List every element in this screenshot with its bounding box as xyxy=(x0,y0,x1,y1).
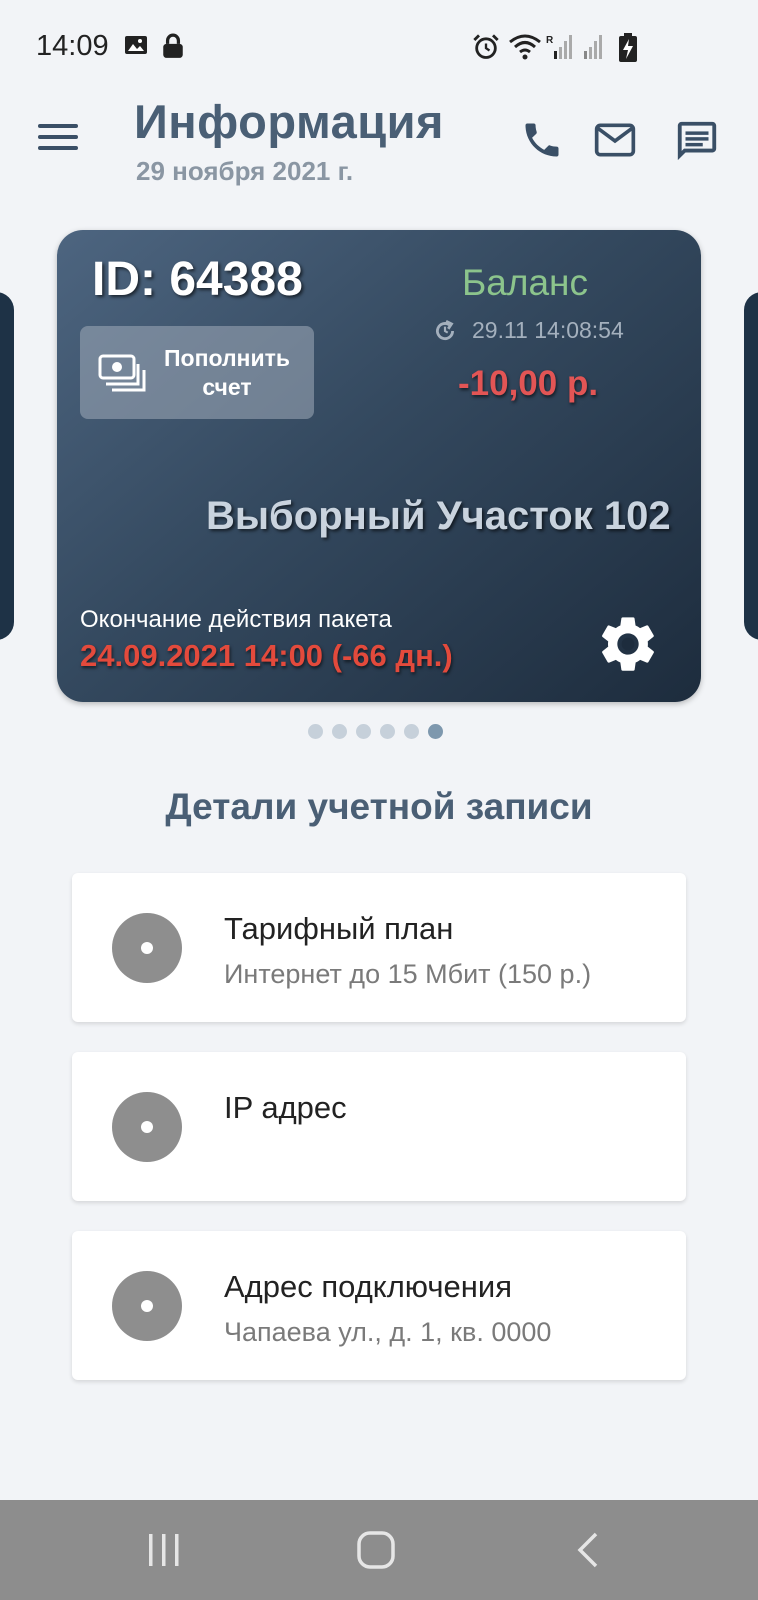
pager-dots xyxy=(308,724,443,739)
topup-button[interactable]: Пополнить счет xyxy=(80,326,314,419)
disc-icon xyxy=(112,1092,182,1162)
package-expire-value: 24.09.2021 14:00 (-66 дн.) xyxy=(80,638,453,673)
section-title: Детали учетной записи xyxy=(165,786,593,827)
menu-icon xyxy=(38,124,78,150)
pager-dot[interactable] xyxy=(356,724,371,739)
pager-dot-active[interactable] xyxy=(428,724,443,739)
tariff-plan-item[interactable]: Тарифный план Интернет до 15 Мбит (150 р… xyxy=(72,873,686,1022)
disc-icon xyxy=(112,913,182,983)
pager-dot[interactable] xyxy=(404,724,419,739)
connection-address-item[interactable]: Адрес подключения Чапаева ул., д. 1, кв.… xyxy=(72,1231,686,1380)
money-icon xyxy=(98,354,146,392)
list-item-subtitle: Чапаева ул., д. 1, кв. 0000 xyxy=(224,1317,552,1347)
list-item-title: Адрес подключения xyxy=(224,1269,512,1304)
disc-icon xyxy=(112,1271,182,1341)
gear-icon[interactable] xyxy=(596,612,660,676)
mail-icon[interactable] xyxy=(592,118,638,162)
alarm-icon xyxy=(473,34,499,59)
balance-value: -10,00 р. xyxy=(458,364,599,403)
system-nav-bar xyxy=(0,1500,758,1600)
lock-icon xyxy=(163,33,183,58)
previous-card[interactable] xyxy=(0,292,14,640)
status-time: 14:09 xyxy=(36,30,109,62)
pager-dot[interactable] xyxy=(308,724,323,739)
package-expire-label: Окончание действия пакета xyxy=(80,606,392,633)
signal-icon: R xyxy=(546,35,572,59)
phone-icon[interactable] xyxy=(520,118,564,162)
list-item-title: Тарифный план xyxy=(224,911,454,946)
svg-text:R: R xyxy=(546,35,554,46)
account-name: Выборный Участок 102 xyxy=(206,494,671,538)
back-icon[interactable] xyxy=(574,1530,602,1570)
balance-title: Баланс xyxy=(462,262,588,303)
refresh-icon[interactable] xyxy=(432,318,458,344)
recent-apps-icon[interactable] xyxy=(146,1530,182,1570)
menu-button[interactable] xyxy=(38,124,78,156)
wifi-icon xyxy=(509,34,541,60)
list-item-title: IP адрес xyxy=(224,1090,347,1125)
pager-dot[interactable] xyxy=(332,724,347,739)
balance-updated-time: 29.11 14:08:54 xyxy=(472,317,624,343)
topup-label: Пополнить счет xyxy=(164,345,290,400)
page-date: 29 ноября 2021 г. xyxy=(136,156,354,186)
pager-dot[interactable] xyxy=(380,724,395,739)
page-title: Информация xyxy=(134,95,444,148)
ip-address-item[interactable]: IP адрес xyxy=(72,1052,686,1201)
signal-icon xyxy=(584,35,602,59)
next-card[interactable] xyxy=(744,292,758,640)
message-icon[interactable] xyxy=(674,118,720,164)
list-item-subtitle: Интернет до 15 Мбит (150 р.) xyxy=(224,959,592,989)
account-id: ID: 64388 xyxy=(92,253,303,306)
battery-charging-icon xyxy=(619,33,637,62)
image-icon xyxy=(125,36,147,54)
home-icon[interactable] xyxy=(356,1530,396,1570)
